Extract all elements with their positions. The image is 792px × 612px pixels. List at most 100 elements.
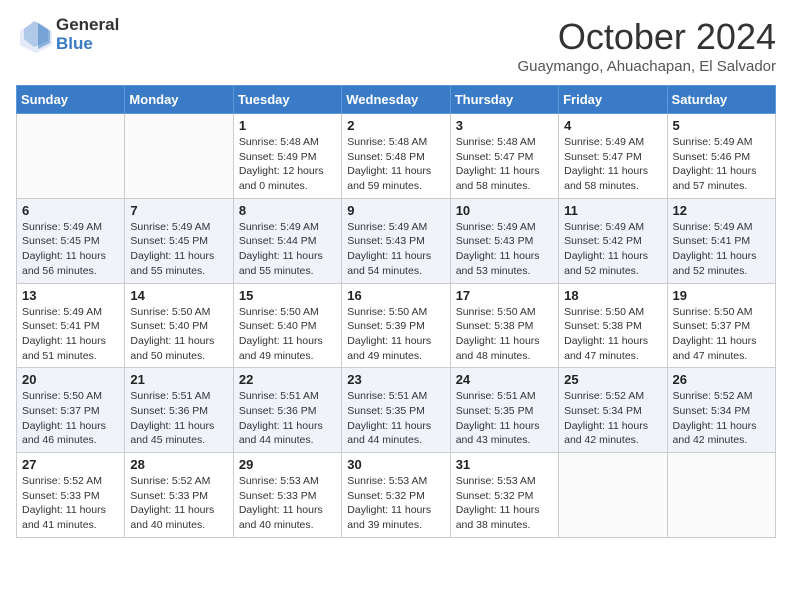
cell-line: Sunset: 5:33 PM	[130, 489, 227, 504]
cell-line: Sunrise: 5:51 AM	[456, 389, 553, 404]
cell-line: and 55 minutes.	[239, 264, 336, 279]
cell-info: Sunrise: 5:52 AMSunset: 5:34 PMDaylight:…	[673, 389, 770, 448]
cell-line: Sunrise: 5:49 AM	[22, 305, 119, 320]
calendar-cell: 14Sunrise: 5:50 AMSunset: 5:40 PMDayligh…	[125, 283, 233, 368]
calendar-cell: 13Sunrise: 5:49 AMSunset: 5:41 PMDayligh…	[17, 283, 125, 368]
calendar-cell: 27Sunrise: 5:52 AMSunset: 5:33 PMDayligh…	[17, 453, 125, 538]
weekday-header-tuesday: Tuesday	[233, 86, 341, 114]
calendar-cell: 2Sunrise: 5:48 AMSunset: 5:48 PMDaylight…	[342, 114, 450, 199]
day-number: 25	[564, 372, 661, 387]
cell-line: Sunset: 5:45 PM	[22, 234, 119, 249]
cell-line: Sunrise: 5:48 AM	[239, 135, 336, 150]
day-number: 24	[456, 372, 553, 387]
day-number: 15	[239, 288, 336, 303]
cell-line: Sunset: 5:35 PM	[347, 404, 444, 419]
day-number: 21	[130, 372, 227, 387]
day-number: 4	[564, 118, 661, 133]
logo-icon	[16, 17, 52, 53]
cell-info: Sunrise: 5:49 AMSunset: 5:43 PMDaylight:…	[456, 220, 553, 279]
cell-line: Daylight: 11 hours	[22, 503, 119, 518]
calendar-cell: 10 Sunrise: 5:49 AMSunset: 5:43 PMDayligh…	[450, 198, 558, 283]
cell-line: Sunrise: 5:51 AM	[130, 389, 227, 404]
cell-line: and 57 minutes.	[673, 179, 770, 194]
cell-line: Daylight: 11 hours	[239, 503, 336, 518]
weekday-header-friday: Friday	[559, 86, 667, 114]
day-number: 10	[456, 203, 553, 218]
cell-info: Sunrise: 5:49 AMSunset: 5:43 PMDaylight:…	[347, 220, 444, 279]
cell-info: Sunrise: 5:48 AMSunset: 5:47 PMDaylight:…	[456, 135, 553, 194]
cell-line: Daylight: 11 hours	[347, 334, 444, 349]
cell-line: Sunset: 5:35 PM	[456, 404, 553, 419]
cell-info: Sunrise: 5:49 AMSunset: 5:44 PMDaylight:…	[239, 220, 336, 279]
cell-line: Sunset: 5:34 PM	[564, 404, 661, 419]
cell-info: Sunrise: 5:50 AMSunset: 5:39 PMDaylight:…	[347, 305, 444, 364]
cell-line: and 55 minutes.	[130, 264, 227, 279]
weekday-header-thursday: Thursday	[450, 86, 558, 114]
calendar-cell	[667, 453, 775, 538]
cell-line: Daylight: 11 hours	[456, 164, 553, 179]
calendar-cell: 9 Sunrise: 5:49 AMSunset: 5:43 PMDaylight…	[342, 198, 450, 283]
day-number: 16	[347, 288, 444, 303]
cell-line: Sunset: 5:41 PM	[22, 319, 119, 334]
calendar-cell: 28Sunrise: 5:52 AMSunset: 5:33 PMDayligh…	[125, 453, 233, 538]
calendar-cell: 3 Sunrise: 5:48 AMSunset: 5:47 PMDaylight…	[450, 114, 558, 199]
cell-line: and 53 minutes.	[456, 264, 553, 279]
cell-line: Sunset: 5:48 PM	[347, 150, 444, 165]
cell-line: Sunrise: 5:53 AM	[456, 474, 553, 489]
cell-line: Daylight: 11 hours	[673, 164, 770, 179]
calendar-cell	[17, 114, 125, 199]
calendar-cell: 21Sunrise: 5:51 AMSunset: 5:36 PMDayligh…	[125, 368, 233, 453]
cell-line: Sunrise: 5:50 AM	[130, 305, 227, 320]
calendar-week-1: 1Sunrise: 5:48 AMSunset: 5:49 PMDaylight…	[17, 114, 776, 199]
cell-line: Daylight: 11 hours	[130, 419, 227, 434]
cell-info: Sunrise: 5:53 AMSunset: 5:33 PMDaylight:…	[239, 474, 336, 533]
day-number: 31	[456, 457, 553, 472]
calendar-cell: 22Sunrise: 5:51 AMSunset: 5:36 PMDayligh…	[233, 368, 341, 453]
cell-line: Sunset: 5:47 PM	[564, 150, 661, 165]
cell-info: Sunrise: 5:52 AMSunset: 5:33 PMDaylight:…	[130, 474, 227, 533]
cell-line: and 47 minutes.	[564, 349, 661, 364]
cell-line: Sunset: 5:43 PM	[347, 234, 444, 249]
calendar-week-3: 13Sunrise: 5:49 AMSunset: 5:41 PMDayligh…	[17, 283, 776, 368]
cell-line: and 48 minutes.	[456, 349, 553, 364]
cell-line: Sunrise: 5:52 AM	[130, 474, 227, 489]
cell-line: Sunset: 5:36 PM	[239, 404, 336, 419]
day-number: 27	[22, 457, 119, 472]
calendar-cell: 11Sunrise: 5:49 AMSunset: 5:42 PMDayligh…	[559, 198, 667, 283]
cell-info: Sunrise: 5:51 AMSunset: 5:36 PMDaylight:…	[239, 389, 336, 448]
cell-line: Daylight: 11 hours	[673, 419, 770, 434]
cell-info: Sunrise: 5:49 AMSunset: 5:46 PMDaylight:…	[673, 135, 770, 194]
calendar-cell: 30Sunrise: 5:53 AMSunset: 5:32 PMDayligh…	[342, 453, 450, 538]
cell-line: Sunset: 5:38 PM	[564, 319, 661, 334]
cell-line: and 54 minutes.	[347, 264, 444, 279]
calendar-cell: 25Sunrise: 5:52 AMSunset: 5:34 PMDayligh…	[559, 368, 667, 453]
calendar-cell: 26Sunrise: 5:52 AMSunset: 5:34 PMDayligh…	[667, 368, 775, 453]
cell-info: Sunrise: 5:50 AMSunset: 5:38 PMDaylight:…	[456, 305, 553, 364]
cell-line: Sunrise: 5:52 AM	[564, 389, 661, 404]
day-number: 5	[673, 118, 770, 133]
cell-line: Sunset: 5:37 PM	[22, 404, 119, 419]
cell-info: Sunrise: 5:51 AMSunset: 5:35 PMDaylight:…	[456, 389, 553, 448]
calendar-cell: 19Sunrise: 5:50 AMSunset: 5:37 PMDayligh…	[667, 283, 775, 368]
cell-line: Sunset: 5:37 PM	[673, 319, 770, 334]
cell-info: Sunrise: 5:48 AMSunset: 5:48 PMDaylight:…	[347, 135, 444, 194]
cell-line: Sunrise: 5:50 AM	[22, 389, 119, 404]
calendar-cell: 4Sunrise: 5:49 AMSunset: 5:47 PMDaylight…	[559, 114, 667, 199]
calendar-table: SundayMondayTuesdayWednesdayThursdayFrid…	[16, 85, 776, 538]
calendar-cell	[559, 453, 667, 538]
cell-line: Sunrise: 5:49 AM	[673, 135, 770, 150]
day-number: 9	[347, 203, 444, 218]
cell-line: Sunset: 5:40 PM	[130, 319, 227, 334]
calendar-week-5: 27Sunrise: 5:52 AMSunset: 5:33 PMDayligh…	[17, 453, 776, 538]
calendar-body: 1Sunrise: 5:48 AMSunset: 5:49 PMDaylight…	[17, 114, 776, 538]
day-number: 3	[456, 118, 553, 133]
cell-line: Daylight: 11 hours	[347, 164, 444, 179]
logo: General Blue	[16, 16, 119, 53]
calendar-cell: 5 Sunrise: 5:49 AMSunset: 5:46 PMDaylight…	[667, 114, 775, 199]
day-number: 6	[22, 203, 119, 218]
cell-line: Daylight: 11 hours	[564, 164, 661, 179]
cell-line: Sunrise: 5:49 AM	[22, 220, 119, 235]
calendar-cell: 23Sunrise: 5:51 AMSunset: 5:35 PMDayligh…	[342, 368, 450, 453]
cell-line: and 56 minutes.	[22, 264, 119, 279]
calendar-cell: 6Sunrise: 5:49 AMSunset: 5:45 PMDaylight…	[17, 198, 125, 283]
